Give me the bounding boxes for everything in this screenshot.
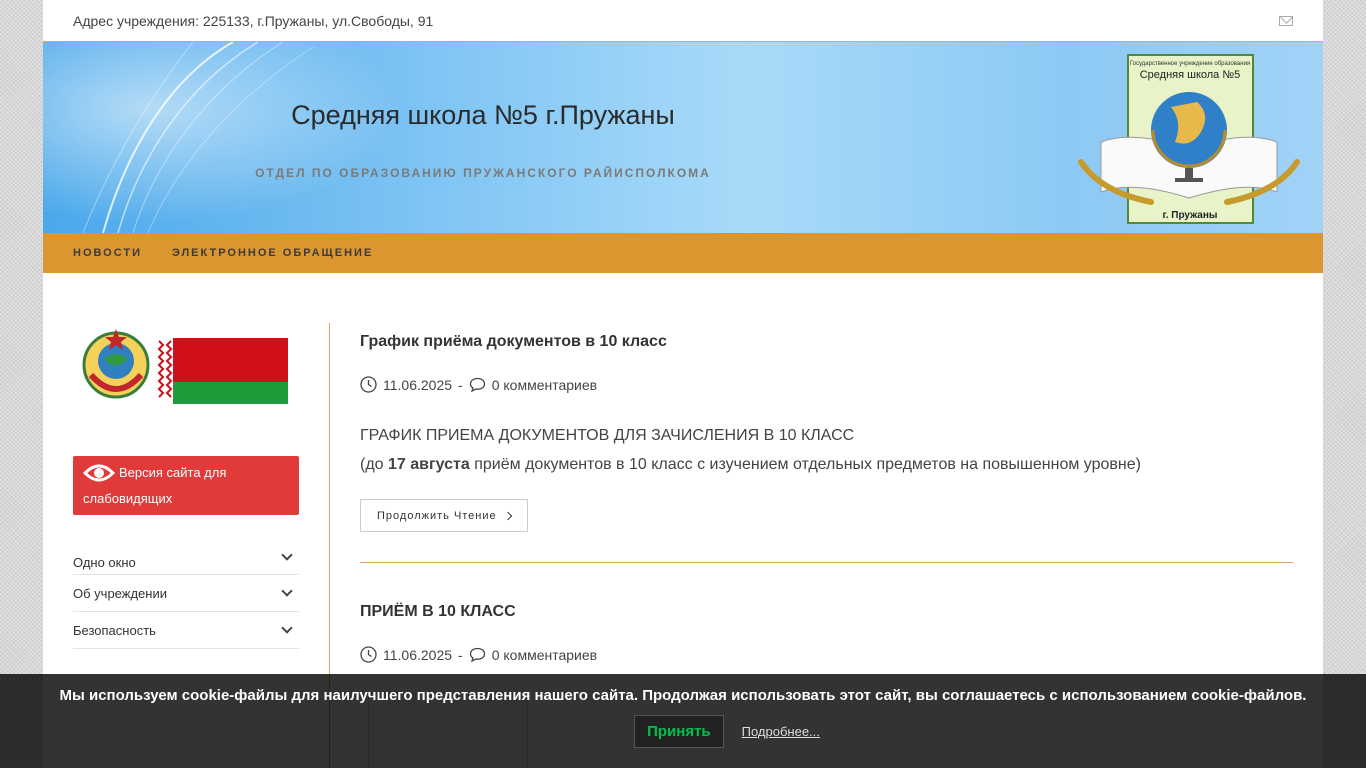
school-emblem-logo[interactable]: Государственное учреждение образования С… [1071,52,1301,228]
state-symbols[interactable] [73,323,299,413]
sidebar-item-about[interactable]: Об учреждении [73,575,299,612]
post-date: 11.06.2025 [383,646,453,663]
sidebar-item-label: Одно окно [73,555,136,570]
excerpt-bold-date: 17 августа [388,456,470,473]
chevron-down-icon[interactable] [281,585,293,597]
comment-icon [469,647,485,662]
clock-icon [360,376,377,393]
emblem-top-line: Государственное учреждение образования [1130,61,1250,67]
sidebar-menu: Одно окно Об учреждении Безопасность [73,549,299,649]
post-meta: 11.06.2025 - 0 комментариев [360,376,1293,393]
post-comments-link[interactable]: 0 комментариев [492,377,597,393]
post-title[interactable]: ПРИЁМ В 10 КЛАСС [360,603,1293,621]
read-more-label: Продолжить Чтение [377,509,497,522]
nav-item-news[interactable]: НОВОСТИ [73,247,142,259]
accept-cookies-button[interactable]: Принять [634,715,724,748]
chevron-down-icon[interactable] [281,549,293,561]
post-item: График приёма документов в 10 класс 11.0… [360,333,1293,532]
meta-separator: - [458,376,463,393]
comment-icon [469,377,485,392]
post-divider [360,562,1293,563]
post-comments-link[interactable]: 0 комментариев [492,647,597,663]
excerpt-line-2: (до 17 августа приём документов в 10 кла… [360,450,1293,479]
sidebar: Версия сайта для слабовидящих Одно окно … [73,323,299,649]
address-text: Адрес учреждения: 225133, г.Пружаны, ул.… [73,12,434,29]
eye-icon [83,464,115,482]
coat-of-arms-and-flag [82,329,288,404]
post-excerpt: ГРАФИК ПРИЕМА ДОКУМЕНТОВ ДЛЯ ЗАЧИСЛЕНИЯ … [360,421,1293,479]
site-subtitle: ОТДЕЛ ПО ОБРАЗОВАНИЮ ПРУЖАНСКОГО РАЙИСПО… [255,166,711,180]
emblem-name: Средняя школа №5 [1140,69,1241,81]
header-banner: Средняя школа №5 г.Пружаны ОТДЕЛ ПО ОБРА… [43,42,1323,233]
excerpt-prefix: (до [360,456,389,473]
swirl-decoration [43,42,463,233]
excerpt-suffix: приём документов в 10 класс с изучением … [469,456,1141,473]
cookie-more-link[interactable]: Подробнее... [742,724,820,739]
sidebar-item-security[interactable]: Безопасность [73,612,299,649]
chevron-down-icon[interactable] [281,622,293,634]
excerpt-line-1: ГРАФИК ПРИЕМА ДОКУМЕНТОВ ДЛЯ ЗАЧИСЛЕНИЯ … [360,427,855,444]
sidebar-item-label: Об учреждении [73,585,167,601]
envelope-icon[interactable] [1279,15,1293,26]
site-title[interactable]: Средняя школа №5 г.Пружаны [43,100,923,131]
cookie-actions: Принять Подробнее... [0,715,1366,748]
read-more-button[interactable]: Продолжить Чтение [360,499,528,532]
clock-icon [360,646,377,663]
meta-separator: - [458,646,463,663]
nav-item-e-appeal[interactable]: ЭЛЕКТРОННОЕ ОБРАЩЕНИЕ [172,247,373,259]
emblem-city: г. Пружаны [1163,210,1218,221]
chevron-right-icon [503,511,512,520]
main-nav: НОВОСТИ ЭЛЕКТРОННОЕ ОБРАЩЕНИЕ [43,233,1323,273]
top-bar: Адрес учреждения: 225133, г.Пружаны, ул.… [43,0,1323,42]
sidebar-item-one-window[interactable]: Одно окно [73,549,299,575]
cookie-banner: Мы используем cookie-файлы для наилучшег… [0,674,1366,768]
post-date: 11.06.2025 [383,376,453,393]
page-wrapper: Адрес учреждения: 225133, г.Пружаны, ул.… [43,0,1323,768]
low-vision-version-button[interactable]: Версия сайта для слабовидящих [73,456,299,515]
sidebar-item-label: Безопасность [73,622,156,638]
post-meta: 11.06.2025 - 0 комментариев [360,646,1293,663]
cookie-text: Мы используем cookie-файлы для наилучшег… [59,687,1307,704]
post-title[interactable]: График приёма документов в 10 класс [360,333,1293,351]
